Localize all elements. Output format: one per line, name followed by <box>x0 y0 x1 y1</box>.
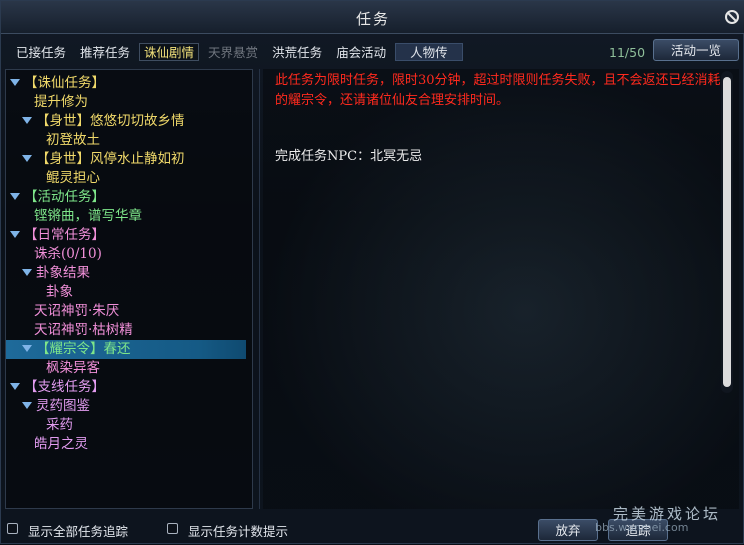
panel-divider <box>259 69 260 509</box>
quest-tree-row[interactable]: 灵药图鉴 <box>22 397 90 416</box>
quest-tree-label: 【支线任务】 <box>24 379 105 395</box>
quest-counter: 11/50 <box>609 45 646 60</box>
quest-window: 任务 已接任务 推荐任务 诛仙剧情 天界悬赏 洪荒任务 庙会活动 人物传 11/50 活动一… <box>0 0 744 544</box>
tab-2[interactable]: 诛仙剧情 <box>139 43 200 61</box>
quest-npc-text: 完成任务NPC：北冥无忌 <box>275 149 423 164</box>
tab-6[interactable]: 人物传 <box>395 43 463 61</box>
show-all-tracking-label: 显示全部任务追踪 <box>28 524 129 539</box>
quest-tree[interactable]: 【诛仙任务】提升修为【身世】悠悠切切故乡情初登故土【身世】风停水止静如初鲲灵担心… <box>5 69 253 509</box>
expand-arrow-icon[interactable] <box>22 155 32 162</box>
quest-tree-row[interactable]: 提升修为 <box>34 93 88 112</box>
quest-tree-label: 【耀宗令】春还 <box>36 341 131 357</box>
quest-tree-label: 枫染异客 <box>46 360 100 376</box>
quest-tree-row[interactable]: 【耀宗令】春还 <box>6 340 246 359</box>
quest-tree-row[interactable]: 诛杀(0/10) <box>34 245 102 264</box>
expand-arrow-icon[interactable] <box>22 269 32 276</box>
quest-tree-row[interactable]: 【日常任务】 <box>10 226 105 245</box>
quest-tree-label: 【日常任务】 <box>24 227 105 243</box>
quest-tree-label: 卦象 <box>46 284 73 300</box>
quest-tree-row[interactable]: 【活动任务】 <box>10 188 105 207</box>
quest-tree-row[interactable]: 【诛仙任务】 <box>10 74 105 93</box>
quest-tree-row[interactable]: 卦象结果 <box>22 264 90 283</box>
detail-scrollbar-thumb[interactable] <box>723 77 731 387</box>
quest-tree-label: 【诛仙任务】 <box>24 75 105 91</box>
quest-tree-row[interactable]: 卦象 <box>46 283 73 302</box>
title-bar[interactable]: 任务 <box>1 1 744 34</box>
quest-tree-label: 皓月之灵 <box>34 436 88 452</box>
quest-tree-label: 采药 <box>46 417 73 433</box>
abandon-button[interactable]: 放弃 <box>538 519 598 541</box>
window-title: 任务 <box>355 10 390 28</box>
quest-tree-label: 鲲灵担心 <box>46 170 100 186</box>
show-counter-tip-checkbox[interactable] <box>167 523 178 534</box>
quest-tree-label: 铿锵曲，谱写华章 <box>34 208 142 224</box>
quest-tree-row[interactable]: 【支线任务】 <box>10 378 105 397</box>
quest-detail-panel: 此任务为限时任务，限时30分钟，超过时限则任务失败，且不会返还已经消耗的耀宗令，… <box>263 69 739 509</box>
expand-arrow-icon[interactable] <box>10 231 20 238</box>
quest-tree-label: 【活动任务】 <box>24 189 105 205</box>
quest-tree-row[interactable]: 【身世】风停水止静如初 <box>22 150 185 169</box>
quest-tree-label: 卦象结果 <box>36 265 90 281</box>
quest-tree-row[interactable]: 采药 <box>46 416 73 435</box>
quest-warning-text: 此任务为限时任务，限时30分钟，超过时限则任务失败，且不会返还已经消耗的耀宗令，… <box>275 73 721 108</box>
expand-arrow-icon[interactable] <box>10 193 20 200</box>
quest-tree-label: 天诏神罚·朱厌 <box>34 303 120 319</box>
quest-tree-label: 【身世】悠悠切切故乡情 <box>36 113 185 129</box>
quest-tree-row[interactable]: 天诏神罚·朱厌 <box>34 302 119 321</box>
close-icon[interactable] <box>725 10 739 24</box>
tab-1[interactable]: 推荐任务 <box>75 43 135 61</box>
tab-4[interactable]: 洪荒任务 <box>267 43 327 61</box>
quest-tree-row[interactable]: 【身世】悠悠切切故乡情 <box>22 112 185 131</box>
tab-3[interactable]: 天界悬赏 <box>203 43 263 61</box>
quest-tree-row[interactable]: 天诏神罚·枯树精 <box>34 321 133 340</box>
tab-bar: 已接任务 推荐任务 诛仙剧情 天界悬赏 洪荒任务 庙会活动 人物传 <box>11 43 463 63</box>
quest-tree-row[interactable]: 皓月之灵 <box>34 435 88 454</box>
show-counter-tip-label: 显示任务计数提示 <box>188 524 289 539</box>
forum-watermark-url: bbs.wanmei.com <box>595 521 689 534</box>
expand-arrow-icon[interactable] <box>10 79 20 86</box>
quest-tree-label: 初登故土 <box>46 132 100 148</box>
quest-tree-label: 天诏神罚·枯树精 <box>34 322 133 338</box>
expand-arrow-icon[interactable] <box>22 117 32 124</box>
quest-tree-label: 灵药图鉴 <box>36 398 90 414</box>
expand-arrow-icon[interactable] <box>10 383 20 390</box>
expand-arrow-icon[interactable] <box>22 402 32 409</box>
show-all-tracking-checkbox[interactable] <box>7 523 18 534</box>
expand-arrow-icon[interactable] <box>22 345 32 352</box>
tab-0[interactable]: 已接任务 <box>11 43 71 61</box>
quest-tree-row[interactable]: 鲲灵担心 <box>46 169 100 188</box>
quest-tree-label: 【身世】风停水止静如初 <box>36 151 185 167</box>
quest-tree-label: 提升修为 <box>34 94 88 110</box>
quest-tree-label: 诛杀(0/10) <box>34 246 102 262</box>
activity-list-button[interactable]: 活动一览 <box>653 39 739 61</box>
tab-5[interactable]: 庙会活动 <box>331 43 391 61</box>
quest-tree-row[interactable]: 铿锵曲，谱写华章 <box>34 207 142 226</box>
quest-tree-row[interactable]: 枫染异客 <box>46 359 100 378</box>
quest-tree-row[interactable]: 初登故土 <box>46 131 100 150</box>
